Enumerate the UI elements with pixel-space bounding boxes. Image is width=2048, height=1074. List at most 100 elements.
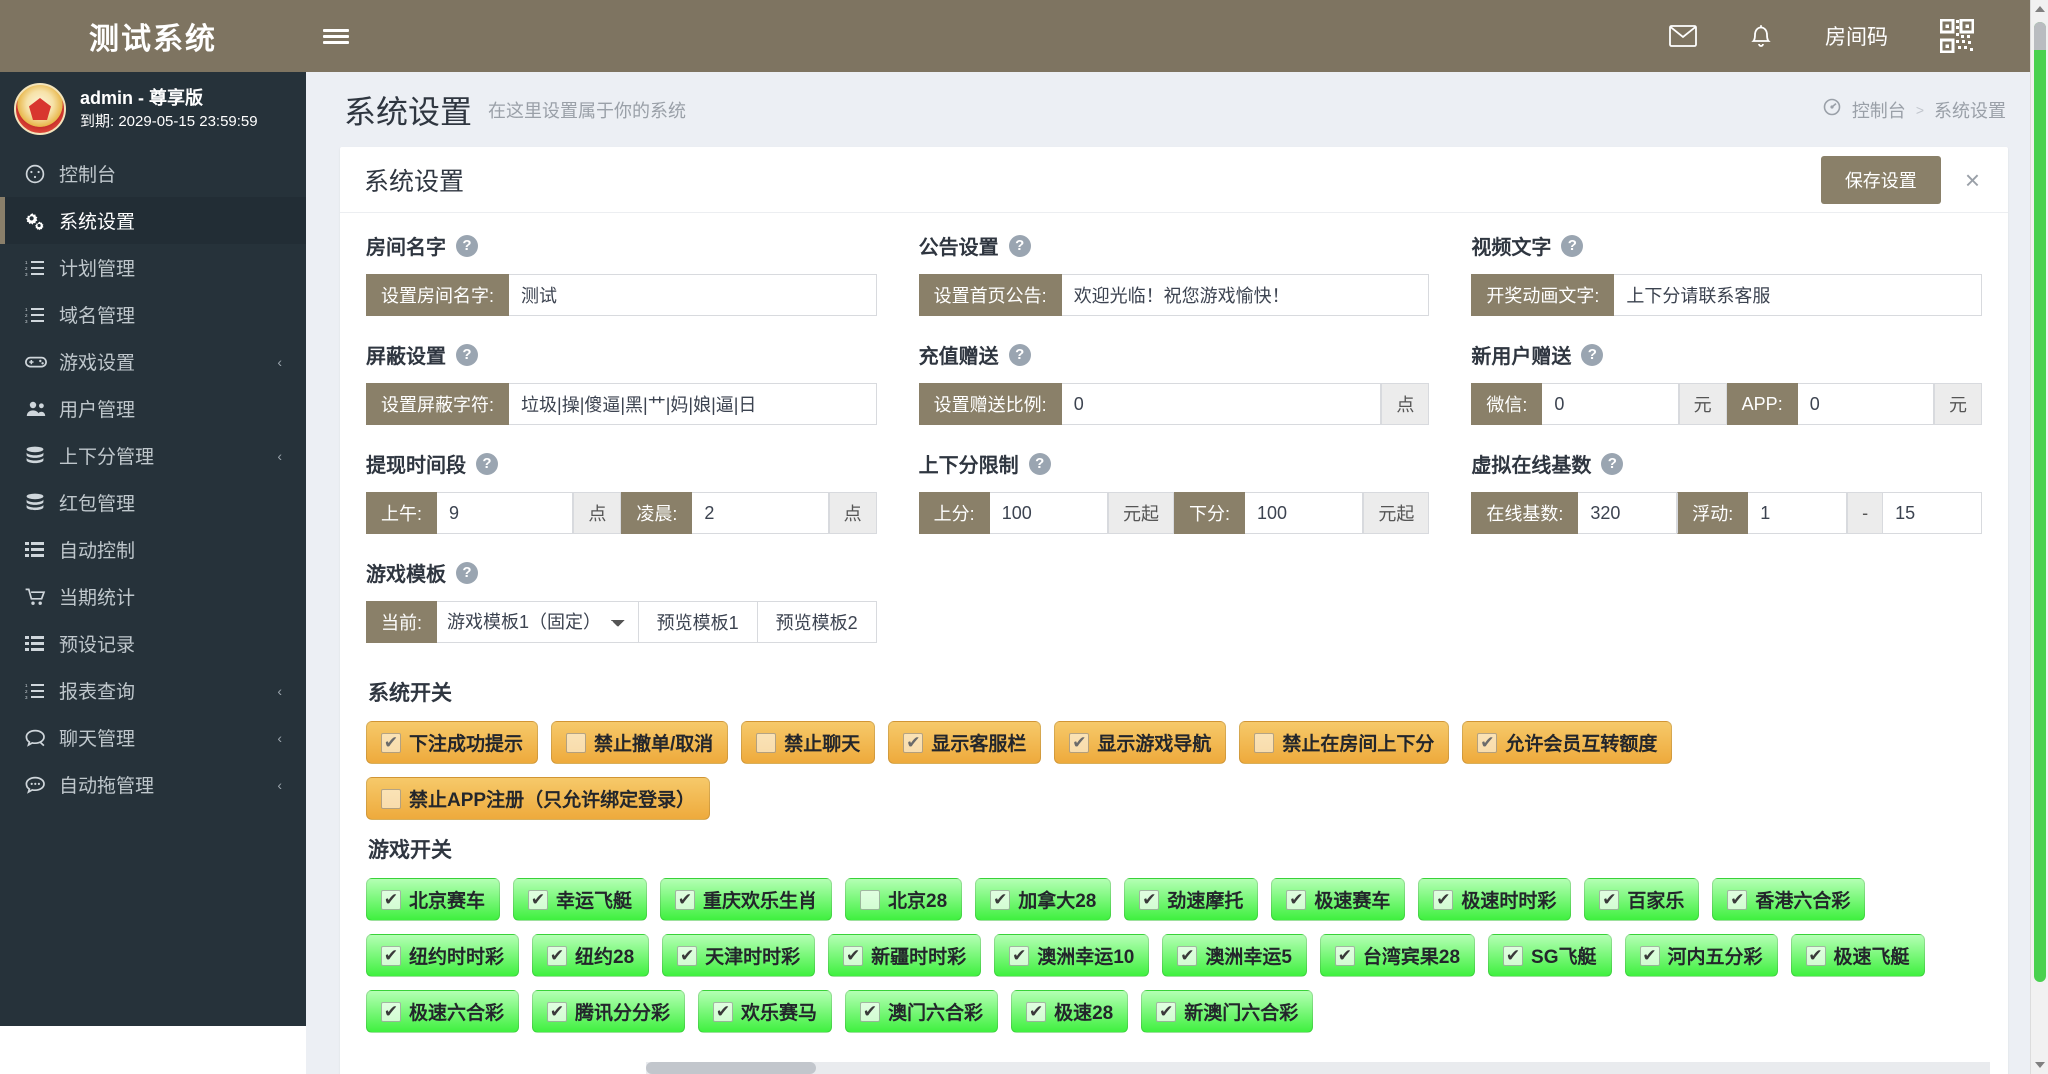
sidebar-user-box[interactable]: admin - 尊享版 到期: 2029-05-15 23:59:59: [0, 72, 306, 146]
game-switch-19[interactable]: ✔极速飞艇: [1791, 934, 1925, 977]
sidebar-item-5[interactable]: 用户管理: [0, 385, 306, 432]
checkbox-checked-icon[interactable]: ✔: [1640, 946, 1660, 966]
checkbox-checked-icon[interactable]: ✔: [547, 1002, 567, 1022]
system-switch-0[interactable]: ✔下注成功提示: [366, 721, 538, 764]
vertical-scrollbar-thumb-head[interactable]: [2034, 22, 2046, 50]
game-switch-14[interactable]: ✔澳洲幸运10: [994, 934, 1149, 977]
game-switch-2[interactable]: ✔重庆欢乐生肖: [660, 878, 832, 921]
checkbox-checked-icon[interactable]: ✔: [1139, 890, 1159, 910]
checkbox-checked-icon[interactable]: ✔: [528, 890, 548, 910]
sidebar-toggle-button[interactable]: [306, 0, 366, 72]
game-switch-16[interactable]: ✔台湾宾果28: [1320, 934, 1475, 977]
help-icon[interactable]: ?: [456, 235, 478, 257]
horizontal-scrollbar[interactable]: [646, 1062, 1990, 1074]
room-code-button[interactable]: 房间码: [1799, 0, 1914, 72]
game-switch-3[interactable]: 北京28: [845, 878, 962, 921]
game-switch-11[interactable]: ✔纽约28: [532, 934, 649, 977]
help-icon[interactable]: ?: [1581, 344, 1603, 366]
checkbox-checked-icon[interactable]: ✔: [1503, 946, 1523, 966]
system-switch-5[interactable]: 禁止在房间上下分: [1239, 721, 1449, 764]
system-switch-3[interactable]: ✔显示客服栏: [888, 721, 1041, 764]
checkbox-checked-icon[interactable]: ✔: [1177, 946, 1197, 966]
vertical-scrollbar-thumb[interactable]: [2034, 22, 2046, 982]
help-icon[interactable]: ?: [1601, 453, 1623, 475]
help-icon[interactable]: ?: [456, 562, 478, 584]
online-float-max-input[interactable]: [1883, 492, 1982, 534]
checkbox-checked-icon[interactable]: ✔: [1806, 946, 1826, 966]
help-icon[interactable]: ?: [1561, 235, 1583, 257]
app-bonus-input[interactable]: [1798, 383, 1934, 425]
game-switch-9[interactable]: ✔香港六合彩: [1712, 878, 1865, 921]
help-icon[interactable]: ?: [456, 344, 478, 366]
game-switch-6[interactable]: ✔极速赛车: [1271, 878, 1405, 921]
checkbox-checked-icon[interactable]: ✔: [1727, 890, 1747, 910]
sidebar-item-11[interactable]: 123报表查询‹: [0, 667, 306, 714]
preview-template-1-button[interactable]: 预览模板1: [639, 601, 758, 643]
game-switch-17[interactable]: ✔SG飞艇: [1488, 934, 1611, 977]
sidebar-item-6[interactable]: 上下分管理‹: [0, 432, 306, 479]
qr-code-icon[interactable]: [1914, 0, 2000, 72]
sidebar-item-4[interactable]: 游戏设置‹: [0, 338, 306, 385]
game-switch-15[interactable]: ✔澳洲幸运5: [1162, 934, 1307, 977]
system-switch-6[interactable]: ✔允许会员互转额度: [1462, 721, 1672, 764]
game-switch-13[interactable]: ✔新疆时时彩: [828, 934, 981, 977]
game-switch-22[interactable]: ✔欢乐赛马: [698, 990, 832, 1033]
game-switch-1[interactable]: ✔幸运飞艇: [513, 878, 647, 921]
game-switch-18[interactable]: ✔河内五分彩: [1625, 934, 1778, 977]
game-switch-21[interactable]: ✔腾讯分分彩: [532, 990, 685, 1033]
room-name-input[interactable]: [509, 274, 877, 316]
checkbox-checked-icon[interactable]: ✔: [381, 733, 401, 753]
system-switch-1[interactable]: 禁止撤单/取消: [551, 721, 728, 764]
horizontal-scrollbar-thumb[interactable]: [646, 1062, 816, 1074]
game-switch-8[interactable]: ✔百家乐: [1584, 878, 1699, 921]
online-base-input[interactable]: [1578, 492, 1677, 534]
sidebar-item-9[interactable]: 当期统计: [0, 573, 306, 620]
vertical-scrollbar[interactable]: [2030, 0, 2048, 1074]
game-switch-24[interactable]: ✔极速28: [1011, 990, 1128, 1033]
checkbox-checked-icon[interactable]: ✔: [1599, 890, 1619, 910]
sidebar-item-10[interactable]: 预设记录: [0, 620, 306, 667]
checkbox-unchecked-icon[interactable]: [566, 733, 586, 753]
withdraw-am-input[interactable]: [437, 492, 573, 534]
checkbox-checked-icon[interactable]: ✔: [1477, 733, 1497, 753]
wechat-bonus-input[interactable]: [1542, 383, 1678, 425]
game-switch-7[interactable]: ✔极速时时彩: [1418, 878, 1571, 921]
checkbox-checked-icon[interactable]: ✔: [1433, 890, 1453, 910]
help-icon[interactable]: ?: [1029, 453, 1051, 475]
checkbox-checked-icon[interactable]: ✔: [547, 946, 567, 966]
checkbox-checked-icon[interactable]: ✔: [1156, 1002, 1176, 1022]
checkbox-checked-icon[interactable]: ✔: [677, 946, 697, 966]
help-icon[interactable]: ?: [1009, 235, 1031, 257]
checkbox-checked-icon[interactable]: ✔: [843, 946, 863, 966]
sidebar-item-2[interactable]: 123计划管理: [0, 244, 306, 291]
game-switch-25[interactable]: ✔新澳门六合彩: [1141, 990, 1313, 1033]
game-template-select[interactable]: 游戏模板1（固定）: [437, 601, 639, 643]
breadcrumb-item-0[interactable]: 控制台: [1852, 97, 1906, 123]
checkbox-checked-icon[interactable]: ✔: [675, 890, 695, 910]
checkbox-checked-icon[interactable]: ✔: [990, 890, 1010, 910]
help-icon[interactable]: ?: [476, 453, 498, 475]
checkbox-checked-icon[interactable]: ✔: [860, 1002, 880, 1022]
close-panel-button[interactable]: ×: [1959, 166, 1986, 194]
scroll-down-arrow-icon[interactable]: [2031, 1056, 2048, 1074]
sidebar-item-1[interactable]: 系统设置: [0, 197, 306, 244]
checkbox-checked-icon[interactable]: ✔: [1286, 890, 1306, 910]
checkbox-unchecked-icon[interactable]: [1254, 733, 1274, 753]
game-switch-4[interactable]: ✔加拿大28: [975, 878, 1111, 921]
video-text-input[interactable]: [1614, 274, 1982, 316]
checkbox-checked-icon[interactable]: ✔: [381, 1002, 401, 1022]
checkbox-checked-icon[interactable]: ✔: [903, 733, 923, 753]
preview-template-2-button[interactable]: 预览模板2: [758, 601, 877, 643]
withdraw-dawn-input[interactable]: [692, 492, 828, 534]
sidebar-item-7[interactable]: 红包管理: [0, 479, 306, 526]
mail-icon[interactable]: [1643, 0, 1723, 72]
system-switch-7[interactable]: 禁止APP注册（只允许绑定登录）: [366, 777, 710, 820]
game-switch-12[interactable]: ✔天津时时彩: [662, 934, 815, 977]
save-settings-button[interactable]: 保存设置: [1821, 156, 1941, 204]
score-up-input[interactable]: [990, 492, 1108, 534]
checkbox-checked-icon[interactable]: ✔: [381, 890, 401, 910]
sidebar-item-0[interactable]: 控制台: [0, 150, 306, 197]
checkbox-unchecked-icon[interactable]: [756, 733, 776, 753]
system-switch-2[interactable]: 禁止聊天: [741, 721, 875, 764]
announcement-input[interactable]: [1062, 274, 1430, 316]
